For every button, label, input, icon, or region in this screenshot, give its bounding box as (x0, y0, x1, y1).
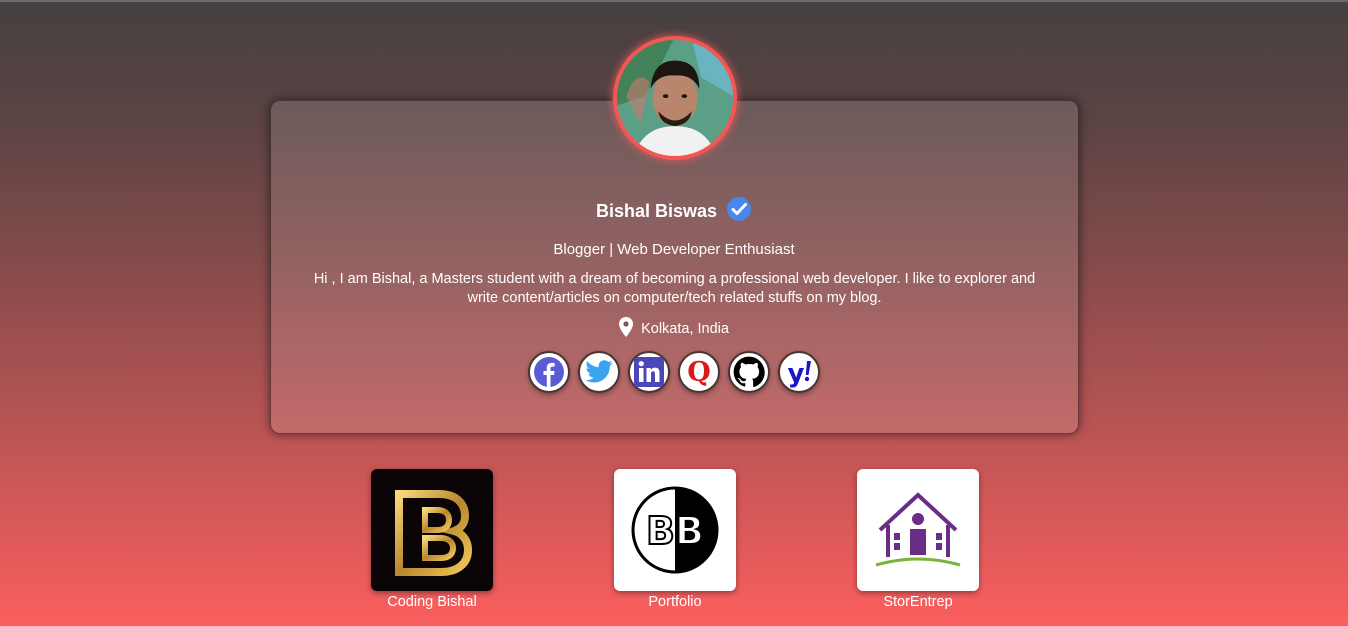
yahoo-icon: y (788, 359, 811, 388)
top-border (0, 0, 1348, 2)
profile-name-row: Bishal Biswas (0, 196, 1348, 227)
profile-name: Bishal Biswas (595, 201, 718, 221)
link-label: StorEntrep (883, 594, 953, 610)
link-storentrep[interactable]: StorEntrep (857, 469, 979, 610)
twitter-icon (585, 360, 613, 383)
github-link[interactable] (728, 351, 770, 393)
coding-bishal-logo (371, 469, 493, 591)
profile-location-row: Kolkata, India (0, 317, 1348, 341)
yahoo-link[interactable]: y (778, 351, 820, 393)
featured-links: Coding Bishal BB Portfolio StorEntrep (0, 469, 1348, 619)
facebook-link[interactable] (528, 351, 570, 393)
link-portfolio[interactable]: BB Portfolio (614, 469, 736, 610)
profile-tagline: Blogger | Web Developer Enthusiast (553, 241, 795, 258)
avatar-portrait (617, 40, 733, 156)
svg-text:Q: Q (687, 357, 711, 388)
verified-badge-icon (726, 196, 752, 227)
svg-text:y: y (788, 359, 805, 388)
linkedin-link[interactable] (628, 351, 670, 393)
location-pin-icon (619, 317, 634, 341)
svg-text:BB: BB (646, 509, 704, 553)
social-links: Q y (528, 351, 820, 393)
link-coding-bishal[interactable]: Coding Bishal (371, 469, 493, 610)
storentrep-logo (857, 469, 979, 591)
github-icon (733, 356, 765, 387)
twitter-link[interactable] (578, 351, 620, 393)
link-label: Portfolio (648, 594, 702, 610)
profile-bio: Hi , I am Bishal, a Masters student with… (313, 271, 1036, 306)
facebook-icon (534, 357, 564, 387)
quora-icon: Q (687, 357, 711, 388)
linkedin-icon (634, 357, 664, 387)
link-label: Coding Bishal (387, 594, 477, 610)
avatar (613, 36, 737, 160)
quora-link[interactable]: Q (678, 351, 720, 393)
portfolio-logo: BB (614, 469, 736, 591)
profile-location: Kolkata, India (641, 321, 729, 337)
